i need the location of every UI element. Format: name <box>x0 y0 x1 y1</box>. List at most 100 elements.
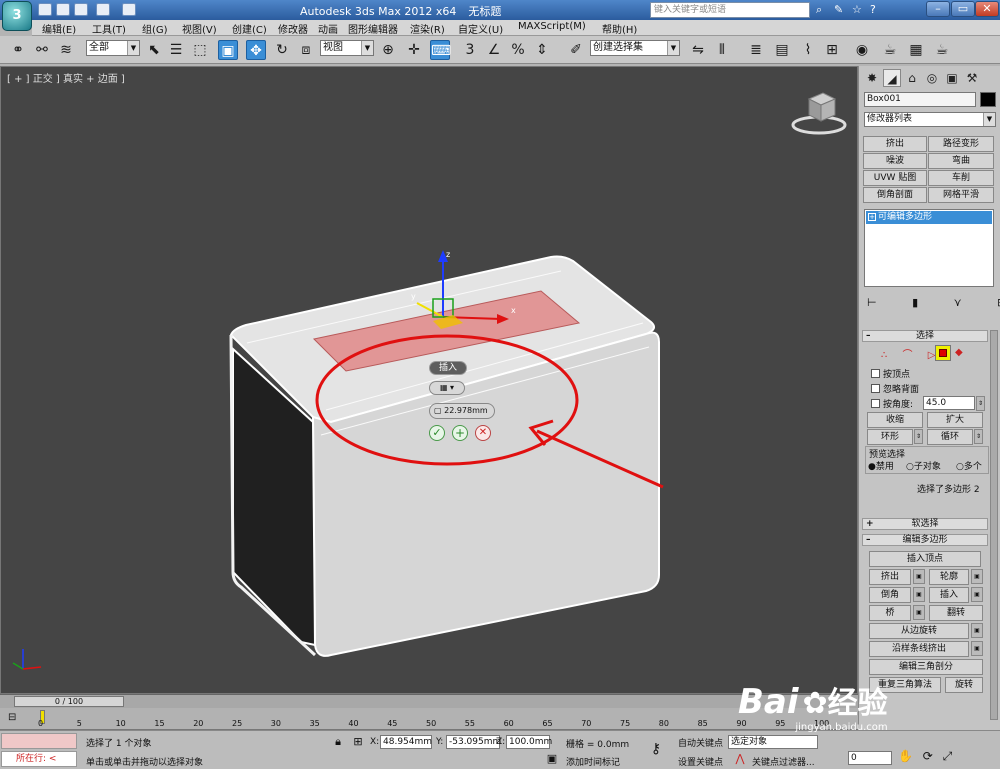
shrink-button[interactable]: 收缩 <box>867 412 923 428</box>
scale-icon[interactable]: ⧈ <box>296 40 316 60</box>
flip-button[interactable]: 翻转 <box>929 605 983 621</box>
menu-group[interactable]: 组(G) <box>142 21 168 36</box>
menu-modifiers[interactable]: 修改器 <box>278 21 308 36</box>
app-logo[interactable]: 3 <box>2 1 32 31</box>
extrude-along-spline-button[interactable]: 沿样条线挤出 <box>869 641 969 657</box>
bind-space-warp-icon[interactable]: ≋ <box>56 40 76 60</box>
maximize-button[interactable]: ▭ <box>951 1 975 17</box>
redo-icon[interactable] <box>122 3 136 16</box>
mod-uvw-map-button[interactable]: UVW 贴图 <box>863 170 927 186</box>
open-file-icon[interactable] <box>56 3 70 16</box>
key-selection-dropdown[interactable]: 选定对象 <box>728 735 818 749</box>
angle-value-field[interactable]: 45.0 <box>923 396 975 410</box>
menu-customize[interactable]: 自定义(U) <box>458 21 503 36</box>
render-setup-icon[interactable]: ☕ <box>880 40 900 60</box>
spinner-snap-icon[interactable]: ⇕ <box>532 40 552 60</box>
viewcube[interactable] <box>791 92 847 135</box>
search-input[interactable]: 键入关键字或短语 <box>650 2 810 18</box>
mini-curve-icon[interactable]: ⊟ <box>8 712 24 726</box>
by-angle-checkbox[interactable]: 按角度: <box>871 397 913 410</box>
menu-edit[interactable]: 编辑(E) <box>42 21 76 36</box>
current-frame-field[interactable]: 0 <box>848 751 892 765</box>
tools-icon[interactable]: ✎ <box>834 3 843 16</box>
close-button[interactable]: ✕ <box>975 1 999 17</box>
extrude-button[interactable]: 挤出 <box>869 569 911 585</box>
caddy-amount-field[interactable]: ▢ 22.978mm <box>429 403 495 419</box>
keyboard-shortcut-icon[interactable]: ⌨ <box>430 40 451 60</box>
undo-icon[interactable] <box>96 3 110 16</box>
utilities-tab-icon[interactable]: ⚒ <box>963 69 981 87</box>
hierarchy-tab-icon[interactable]: ⌂ <box>903 69 921 87</box>
time-tag-icon[interactable]: ▣ <box>544 751 560 767</box>
absolute-mode-icon[interactable]: ⊞ <box>350 734 366 750</box>
named-selection-dropdown[interactable]: 创建选择集 ▼ <box>590 40 680 56</box>
stack-item-editable-poly[interactable]: + 可编辑多边形 <box>866 211 992 224</box>
motion-tab-icon[interactable]: ◎ <box>923 69 941 87</box>
hinge-settings[interactable]: ▣ <box>971 623 983 638</box>
by-vertex-checkbox[interactable]: 按顶点 <box>871 367 910 380</box>
track-bar[interactable]: ⊟ 0 5 10 15 20 25 30 35 40 45 50 55 60 65 70 75 80 85 90 95… <box>0 708 858 730</box>
menu-tools[interactable]: 工具(T) <box>92 21 126 36</box>
link-icon[interactable]: ⚭ <box>8 40 28 60</box>
bevel-button[interactable]: 倒角 <box>869 587 911 603</box>
render-icon[interactable]: ☕ <box>932 40 952 60</box>
bevel-settings[interactable]: ▣ <box>913 587 925 602</box>
inset-button[interactable]: 插入 <box>929 587 969 603</box>
inset-settings[interactable]: ▣ <box>971 587 983 602</box>
new-file-icon[interactable] <box>38 3 52 16</box>
mirror-icon[interactable]: ⇋ <box>688 40 708 60</box>
mod-lathe-button[interactable]: 车削 <box>928 170 994 186</box>
mod-bevel-profile-button[interactable]: 倒角剖面 <box>863 187 927 203</box>
object-name-field[interactable]: Box001 <box>864 92 976 107</box>
select-object-icon[interactable]: ⬉ <box>144 40 164 60</box>
help-icon[interactable]: ? <box>870 3 876 16</box>
hinge-from-edge-button[interactable]: 从边旋转 <box>869 623 969 639</box>
unlink-icon[interactable]: ⚯ <box>32 40 52 60</box>
select-by-name-icon[interactable]: ☰ <box>166 40 186 60</box>
bridge-settings[interactable]: ▣ <box>913 605 925 620</box>
y-coordinate-field[interactable]: -53.095mm <box>446 735 501 749</box>
caddy-apply-icon[interactable]: + <box>452 425 468 441</box>
preview-off-radio[interactable]: ●禁用 <box>868 459 894 472</box>
maxscript-listener[interactable] <box>1 733 77 749</box>
menu-rendering[interactable]: 渲染(R) <box>410 21 445 36</box>
caddy-ok-icon[interactable]: ✓ <box>429 425 445 441</box>
curve-editor-icon[interactable]: ⌇ <box>798 40 818 60</box>
add-time-tag[interactable]: 添加时间标记 <box>566 755 620 768</box>
edit-triangulation-button[interactable]: 编辑三角剖分 <box>869 659 983 675</box>
perspective-viewport[interactable]: [ + ] 正交 ] 真实 + 边面 ] z y x 插入 ▦ ▾ ▢ 22.9… <box>0 66 858 694</box>
layer-manager-icon[interactable]: ≣ <box>746 40 766 60</box>
align-icon[interactable]: ⫴ <box>712 40 732 60</box>
auto-key-button[interactable]: 自动关键点 <box>678 736 723 749</box>
caddy-cancel-icon[interactable]: ✕ <box>475 425 491 441</box>
move-icon[interactable]: ✥ <box>246 40 266 60</box>
rendered-frame-icon[interactable]: ▦ <box>906 40 926 60</box>
edit-named-sel-icon[interactable]: ✐ <box>566 40 586 60</box>
percent-snap-icon[interactable]: % <box>508 40 528 60</box>
z-coordinate-field[interactable]: 100.0mm <box>506 735 552 749</box>
search-icon[interactable]: ⌕ <box>816 3 822 17</box>
preview-multi-radio[interactable]: ○多个 <box>956 459 982 472</box>
maxscript-input[interactable]: 所在行: < <box>1 751 77 767</box>
pivot-center-icon[interactable]: ⊕ <box>378 40 398 60</box>
save-file-icon[interactable] <box>74 3 88 16</box>
key-mode-icon[interactable]: ⋀ <box>732 751 748 767</box>
schematic-view-icon[interactable]: ⊞ <box>822 40 842 60</box>
turn-button[interactable]: 旋转 <box>945 677 983 693</box>
polygon-level-icon[interactable] <box>935 345 951 361</box>
rotate-icon[interactable]: ↻ <box>272 40 292 60</box>
insert-vertex-button[interactable]: 插入顶点 <box>869 551 981 567</box>
element-level-icon[interactable]: ◆ <box>955 347 963 358</box>
time-slider-thumb[interactable]: 0 / 100 <box>14 696 124 707</box>
selection-rollout[interactable]: – 选择 <box>862 330 988 342</box>
menu-animation[interactable]: 动画 <box>318 21 338 36</box>
material-editor-icon[interactable]: ◉ <box>852 40 872 60</box>
subobject-icons[interactable]: ∴ ⌒ ▷ <box>881 346 941 361</box>
preview-subobj-radio[interactable]: ○子对象 <box>906 459 941 472</box>
time-slider-track[interactable] <box>0 694 858 708</box>
outline-settings[interactable]: ▣ <box>971 569 983 584</box>
x-coordinate-field[interactable]: 48.954mm <box>380 735 432 749</box>
angle-snap-icon[interactable]: ∠ <box>484 40 504 60</box>
mod-path-deform-button[interactable]: 路径变形 <box>928 136 994 152</box>
bridge-button[interactable]: 桥 <box>869 605 911 621</box>
